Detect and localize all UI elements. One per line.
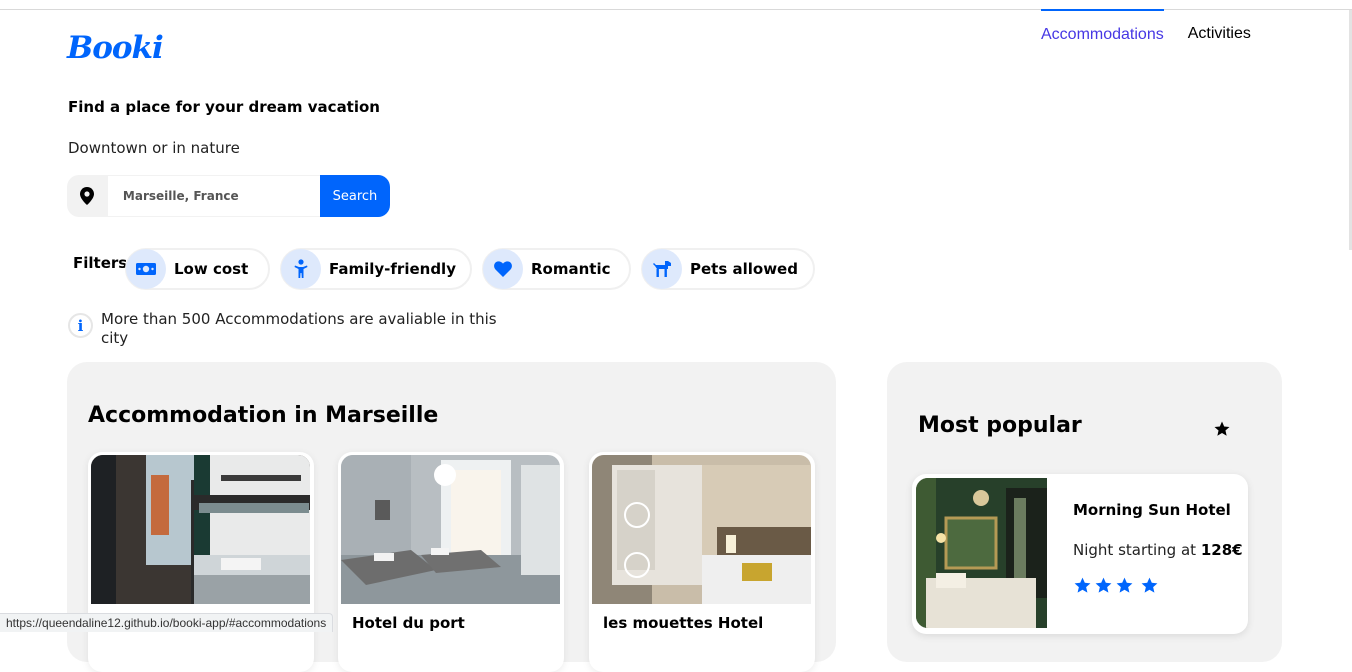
heart-icon (483, 249, 523, 289)
accommodation-card[interactable]: les mouettes Hotel (589, 452, 815, 672)
room-photo (341, 455, 560, 604)
rating-star-icon (1116, 577, 1133, 593)
money-icon (126, 249, 166, 289)
filter-romantic[interactable]: Romantic (482, 248, 631, 290)
price-value: 128€ (1200, 541, 1243, 559)
hotel-price: Night starting at 128€ (1073, 541, 1243, 559)
location-pin-icon (67, 175, 108, 217)
filter-label: Romantic (531, 260, 611, 278)
info-icon: i (68, 313, 93, 338)
rating-star-icon (1141, 577, 1158, 593)
rating-stars (1073, 576, 1159, 595)
search-button[interactable]: Search (319, 175, 390, 217)
browser-status-bar: https://queendaline12.github.io/booki-ap… (0, 613, 334, 632)
section-title: Accommodation in Marseille (88, 403, 439, 428)
rating-star-icon (1095, 577, 1112, 593)
room-photo (91, 455, 310, 604)
main-nav: Accommodations Activities (1041, 9, 1251, 55)
page-headline: Find a place for your dream vacation (68, 98, 380, 116)
accommodation-card[interactable] (88, 452, 314, 672)
booki-logo[interactable]: Booki (67, 30, 164, 66)
availability-info: i More than 500 Accommodations are avali… (68, 310, 501, 348)
child-icon (281, 249, 321, 289)
nav-activities[interactable]: Activities (1188, 10, 1251, 54)
filter-label: Low cost (174, 260, 249, 278)
filter-label: Family-friendly (329, 260, 456, 278)
nav-accommodations[interactable]: Accommodations (1041, 9, 1164, 55)
filter-low-cost[interactable]: Low cost (125, 248, 270, 290)
accommodation-card[interactable]: Hotel du port (338, 452, 564, 672)
hotel-photo (916, 478, 1047, 628)
filter-pets-allowed[interactable]: Pets allowed (641, 248, 815, 290)
rating-star-icon (1074, 577, 1091, 593)
page-subline: Downtown or in nature (68, 139, 240, 157)
availability-text: More than 500 Accommodations are avaliab… (101, 310, 497, 347)
dog-icon (642, 249, 682, 289)
search-input[interactable] (107, 175, 320, 217)
room-photo (592, 455, 811, 604)
price-prefix: Night starting at (1073, 541, 1197, 559)
search-bar: Search (67, 175, 390, 217)
card-name: les mouettes Hotel (603, 614, 764, 632)
card-name: Hotel du port (352, 614, 465, 632)
filter-label: Pets allowed (690, 260, 798, 278)
section-title: Most popular (918, 413, 1082, 438)
most-popular-section: Most popular Morning Sun Hotel Night sta… (887, 362, 1282, 662)
popular-hotel-card[interactable]: Morning Sun Hotel Night starting at 128€ (912, 474, 1248, 634)
star-icon (1213, 420, 1231, 442)
filters-label: Filters (73, 254, 128, 272)
hotel-name: Morning Sun Hotel (1073, 501, 1231, 519)
filter-family-friendly[interactable]: Family-friendly (280, 248, 472, 290)
